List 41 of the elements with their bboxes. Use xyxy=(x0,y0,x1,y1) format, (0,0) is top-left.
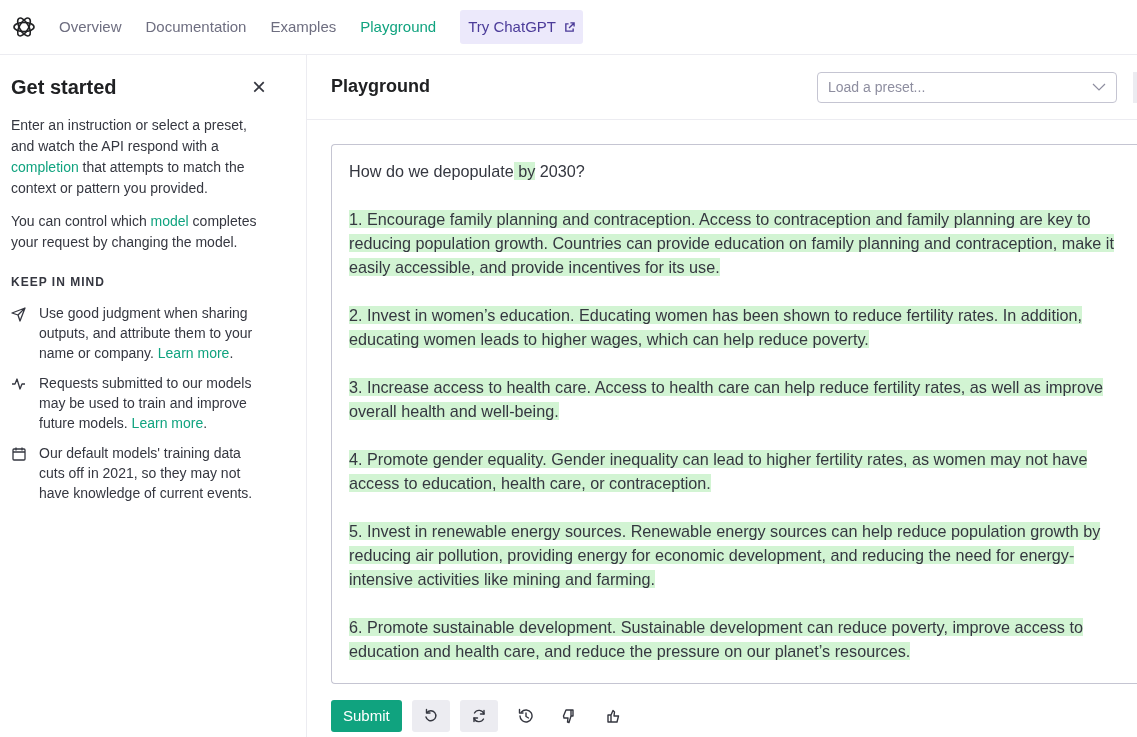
intro-paragraph: You can control which model completes your request by changing the model. xyxy=(11,212,258,252)
editor-paragraph: 6. Promote sustainable development. Sustainable development can reduce poverty, improve access to education and health care, and reduce the pressure on our planet’s resources. xyxy=(349,617,1084,662)
calendar-icon xyxy=(11,446,27,462)
send-icon xyxy=(11,306,27,322)
tip-text: Requests submitted to our models may be used to train and improve future models. Learn more. xyxy=(39,374,253,433)
pulse-icon xyxy=(11,376,27,392)
undo-button[interactable] xyxy=(411,700,450,732)
preset-dropdown[interactable]: Load a preset... xyxy=(817,71,1117,103)
link[interactable]: model xyxy=(150,213,189,229)
nav-link[interactable]: Playground xyxy=(360,11,437,43)
tip-text: Our default models' training data cuts off in 2021, so they may not have knowledge of current events. xyxy=(39,444,254,503)
nav-link[interactable]: Overview xyxy=(59,11,122,43)
editor-paragraph: 2. Invest in women’s education. Educating women has been shown to reduce fertility rates. In addition, educating women leads to higher wages, which can help reduce poverty. xyxy=(349,305,1084,350)
nav-link[interactable]: Documentation xyxy=(145,11,247,43)
page-title: Playground xyxy=(331,76,430,98)
tip-text: Use good judgment when sharing outputs, and attribute them to your name or company. Learn more. xyxy=(39,304,254,363)
editor-paragraph: How do we depopulate by 2030? xyxy=(349,161,586,182)
thumbs-up-icon xyxy=(604,708,621,724)
link[interactable]: Learn more xyxy=(131,415,204,431)
section-heading: KEEP IN MIND xyxy=(11,274,106,291)
link[interactable]: completion xyxy=(11,159,79,175)
submit-button[interactable]: Submit xyxy=(331,700,402,732)
chevron-down-icon xyxy=(1092,83,1106,91)
history-icon xyxy=(516,708,533,724)
panel-title: Get started xyxy=(11,75,117,99)
editor-paragraph: 3. Increase access to health care. Access to health care can help reduce fertility rates, as well as improve overall health and well-being. xyxy=(349,377,1104,422)
thumbs-down-icon xyxy=(560,708,577,724)
link[interactable]: Learn more xyxy=(157,345,230,361)
undo-icon xyxy=(422,708,439,724)
refresh-icon xyxy=(470,708,487,724)
intro-paragraph: Enter an instruction or select a preset, and watch the API respond with a completion that attempts to match the context or pattern you provided. xyxy=(11,116,248,198)
editor-paragraph: 1. Encourage family planning and contraception. Access to contraception and family planning are key to reducing population growth. Countries can provide education on family planning and contraception, make it easily accessible, and provide incentives for its use. xyxy=(349,209,1115,278)
nav-link[interactable]: Try ChatGPT xyxy=(460,9,583,45)
prompt-editor[interactable] xyxy=(331,144,1137,684)
editor-paragraph: 4. Promote gender equality. Gender inequality can lead to higher fertility rates, as women may not have access to education, health care, or contraception. xyxy=(349,449,1089,494)
editor-paragraph: 5. Invest in renewable energy sources. Renewable energy sources can help reduce population growth by reducing air pollution, providing energy for economic development, and reducing the need for energy-intensive activities like mining and farming. xyxy=(349,521,1102,590)
close-button[interactable]: × xyxy=(248,75,270,99)
logo-icon xyxy=(12,15,36,39)
nav-link[interactable]: Examples xyxy=(270,11,337,43)
external-link-icon xyxy=(563,21,575,33)
refresh-button[interactable] xyxy=(459,700,498,732)
